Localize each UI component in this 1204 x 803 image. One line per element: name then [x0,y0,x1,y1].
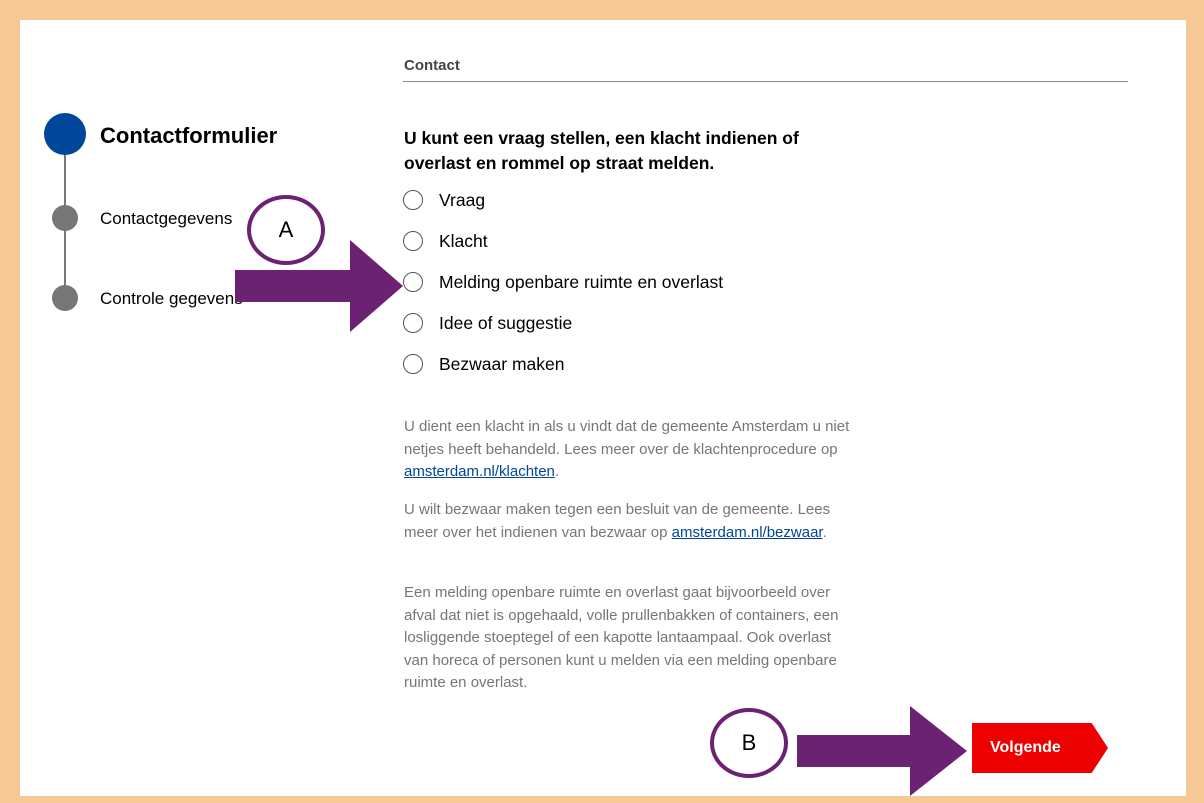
step-label-contactgegevens: Contactgegevens [100,209,233,228]
option-idee-of-suggestie[interactable]: Idee of suggestie [403,308,823,338]
info-klacht-text: U dient een klacht in als u vindt dat de… [404,418,850,458]
section-divider [403,81,1128,82]
annotation-arrow-b-icon [797,706,967,796]
info-klacht: U dient een klacht in als u vindt dat de… [404,416,854,484]
option-melding-openbare-ruimte[interactable]: Melding openbare ruimte en overlast [403,267,823,297]
annotation-marker-a: A [247,195,325,265]
radio-vraag[interactable] [403,190,423,210]
contact-form-panel: Contact Contactformulier Contactgegevens… [20,20,1186,796]
step-label-controle-gegevens: Controle gegevens [100,289,243,308]
option-label: Bezwaar maken [439,353,565,374]
option-label: Klacht [439,230,488,251]
form-question: U kunt een vraag stellen, een klacht ind… [404,128,799,173]
step-indicator-controle [52,285,78,311]
option-vraag[interactable]: Vraag [403,185,823,215]
radio-klacht[interactable] [403,231,423,251]
option-label: Melding openbare ruimte en overlast [439,271,724,292]
bezwaar-link[interactable]: amsterdam.nl/bezwaar [672,524,823,541]
info-klacht-end: . [554,463,560,480]
step-indicator-active [44,113,86,155]
radio-melding-openbare-ruimte[interactable] [403,272,423,292]
info-bezwaar-end: . [822,523,827,541]
section-title: Contact [404,57,460,74]
info-bezwaar: U wilt bezwaar maken tegen een besluit v… [404,499,854,544]
step-label-contactformulier: Contactformulier [100,123,278,148]
option-bezwaar-maken[interactable]: Bezwaar maken [403,349,823,379]
option-label: Idee of suggestie [439,312,573,333]
option-klacht[interactable]: Klacht [403,226,823,256]
option-label: Vraag [439,189,486,210]
klachten-link[interactable]: amsterdam.nl/klachten [404,463,555,480]
radio-idee-of-suggestie[interactable] [403,313,423,333]
annotation-marker-b: B [710,708,788,778]
next-button[interactable]: Volgende [972,723,1108,773]
step-indicator-contactgegevens [52,205,78,231]
info-melding: Een melding openbare ruimte en overlast … [404,584,839,691]
radio-bezwaar-maken[interactable] [403,354,423,374]
